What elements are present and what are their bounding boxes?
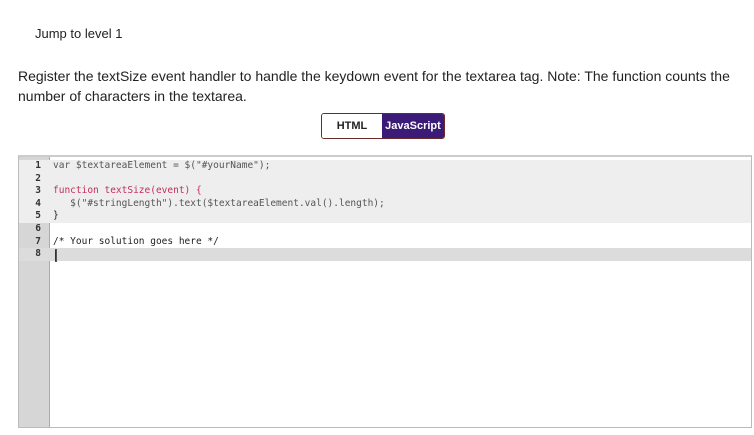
- code-text: }: [53, 210, 59, 222]
- code-line[interactable]: 7 /* Your solution goes here */: [19, 236, 751, 249]
- code-line: 4 $("#stringLength").text($textareaEleme…: [19, 197, 751, 211]
- line-number: 8: [35, 248, 41, 260]
- code-line: 1 var $textareaElement = $("#yourName");: [19, 160, 751, 173]
- code-text: function textSize(event) {: [53, 185, 202, 197]
- line-number: 4: [35, 197, 41, 209]
- instructions-text: Register the textSize event handler to h…: [18, 68, 730, 104]
- code-line[interactable]: 8: [19, 248, 751, 263]
- code-text: /* Your solution goes here */: [53, 235, 219, 247]
- line-number: 3: [35, 185, 41, 197]
- text-cursor: [55, 249, 57, 263]
- line-number: 7: [35, 235, 41, 247]
- tab-javascript[interactable]: JavaScript: [382, 114, 444, 138]
- code-line[interactable]: 6: [19, 223, 751, 236]
- code-text: var $textareaElement = $("#yourName");: [53, 160, 271, 171]
- tab-html[interactable]: HTML: [322, 114, 382, 138]
- line-number: 1: [35, 160, 41, 171]
- line-number: 6: [35, 223, 41, 234]
- language-toggle: HTML JavaScript: [321, 113, 445, 139]
- code-line: 3 function textSize(event) {: [19, 185, 751, 198]
- jump-to-level-link[interactable]: Jump to level 1: [35, 26, 122, 41]
- code-line: 5}: [19, 210, 751, 223]
- code-editor[interactable]: 1 var $textareaElement = $("#yourName"); 2…: [18, 155, 752, 428]
- line-number: 5: [35, 210, 41, 222]
- code-text: $("#stringLength").text($textareaElement…: [53, 197, 385, 209]
- line-number: 2: [35, 172, 41, 184]
- code-line: 2: [19, 172, 751, 186]
